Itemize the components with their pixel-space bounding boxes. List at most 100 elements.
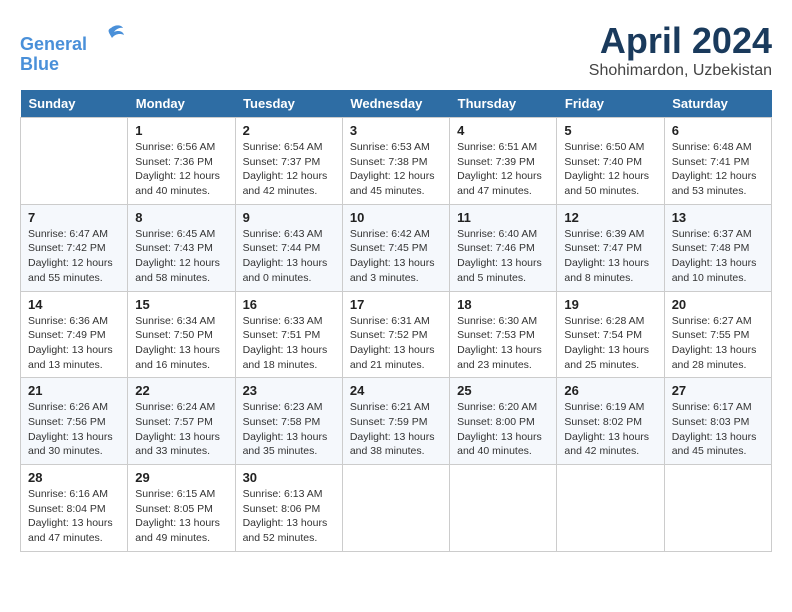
day-info: Sunrise: 6:45 AM Sunset: 7:43 PM Dayligh… bbox=[135, 227, 227, 286]
logo: General Blue bbox=[20, 20, 126, 75]
day-info: Sunrise: 6:19 AM Sunset: 8:02 PM Dayligh… bbox=[564, 400, 656, 459]
day-info: Sunrise: 6:48 AM Sunset: 7:41 PM Dayligh… bbox=[672, 140, 764, 199]
weekday-header-thursday: Thursday bbox=[450, 90, 557, 118]
calendar-cell: 10 Sunrise: 6:42 AM Sunset: 7:45 PM Dayli… bbox=[342, 204, 449, 291]
calendar-cell bbox=[557, 465, 664, 552]
day-number: 9 bbox=[243, 210, 335, 225]
weekday-header-friday: Friday bbox=[557, 90, 664, 118]
day-number: 15 bbox=[135, 297, 227, 312]
day-number: 13 bbox=[672, 210, 764, 225]
calendar-cell: 27 Sunrise: 6:17 AM Sunset: 8:03 PM Dayli… bbox=[664, 378, 771, 465]
calendar-week-4: 21 Sunrise: 6:26 AM Sunset: 7:56 PM Dayli… bbox=[21, 378, 772, 465]
calendar-cell: 12 Sunrise: 6:39 AM Sunset: 7:47 PM Dayli… bbox=[557, 204, 664, 291]
day-info: Sunrise: 6:27 AM Sunset: 7:55 PM Dayligh… bbox=[672, 314, 764, 373]
day-info: Sunrise: 6:16 AM Sunset: 8:04 PM Dayligh… bbox=[28, 487, 120, 546]
day-number: 11 bbox=[457, 210, 549, 225]
calendar-cell: 23Sunrise: 6:23 AM Sunset: 7:58 PM Dayli… bbox=[235, 378, 342, 465]
weekday-header-row: SundayMondayTuesdayWednesdayThursdayFrid… bbox=[21, 90, 772, 118]
calendar-week-1: 1 Sunrise: 6:56 AM Sunset: 7:36 PM Daylig… bbox=[21, 118, 772, 205]
weekday-header-monday: Monday bbox=[128, 90, 235, 118]
logo-blue: Blue bbox=[20, 54, 59, 74]
calendar-cell: 28 Sunrise: 6:16 AM Sunset: 8:04 PM Dayli… bbox=[21, 465, 128, 552]
calendar-cell: 7 Sunrise: 6:47 AM Sunset: 7:42 PM Daylig… bbox=[21, 204, 128, 291]
day-info: Sunrise: 6:40 AM Sunset: 7:46 PM Dayligh… bbox=[457, 227, 549, 286]
calendar-cell: 13 Sunrise: 6:37 AM Sunset: 7:48 PM Dayli… bbox=[664, 204, 771, 291]
day-info: Sunrise: 6:47 AM Sunset: 7:42 PM Dayligh… bbox=[28, 227, 120, 286]
day-info: Sunrise: 6:43 AM Sunset: 7:44 PM Dayligh… bbox=[243, 227, 335, 286]
calendar-cell: 21 Sunrise: 6:26 AM Sunset: 7:56 PM Dayli… bbox=[21, 378, 128, 465]
day-info: Sunrise: 6:56 AM Sunset: 7:36 PM Dayligh… bbox=[135, 140, 227, 199]
calendar-cell: 5 Sunrise: 6:50 AM Sunset: 7:40 PM Daylig… bbox=[557, 118, 664, 205]
calendar-cell: 6 Sunrise: 6:48 AM Sunset: 7:41 PM Daylig… bbox=[664, 118, 771, 205]
day-info: Sunrise: 6:39 AM Sunset: 7:47 PM Dayligh… bbox=[564, 227, 656, 286]
calendar-cell: 9 Sunrise: 6:43 AM Sunset: 7:44 PM Daylig… bbox=[235, 204, 342, 291]
calendar-cell: 25 Sunrise: 6:20 AM Sunset: 8:00 PM Dayli… bbox=[450, 378, 557, 465]
day-info: Sunrise: 6:42 AM Sunset: 7:45 PM Dayligh… bbox=[350, 227, 442, 286]
day-number: 6 bbox=[672, 123, 764, 138]
calendar-cell: 11 Sunrise: 6:40 AM Sunset: 7:46 PM Dayli… bbox=[450, 204, 557, 291]
calendar-week-3: 14Sunrise: 6:36 AM Sunset: 7:49 PM Dayli… bbox=[21, 291, 772, 378]
month-title: April 2024 bbox=[589, 20, 772, 62]
calendar-cell: 16Sunrise: 6:33 AM Sunset: 7:51 PM Dayli… bbox=[235, 291, 342, 378]
day-number: 5 bbox=[564, 123, 656, 138]
day-info: Sunrise: 6:15 AM Sunset: 8:05 PM Dayligh… bbox=[135, 487, 227, 546]
weekday-header-wednesday: Wednesday bbox=[342, 90, 449, 118]
weekday-header-tuesday: Tuesday bbox=[235, 90, 342, 118]
calendar-cell: 1 Sunrise: 6:56 AM Sunset: 7:36 PM Daylig… bbox=[128, 118, 235, 205]
day-number: 28 bbox=[28, 470, 120, 485]
calendar-cell bbox=[342, 465, 449, 552]
day-number: 12 bbox=[564, 210, 656, 225]
day-info: Sunrise: 6:37 AM Sunset: 7:48 PM Dayligh… bbox=[672, 227, 764, 286]
day-number: 22 bbox=[135, 383, 227, 398]
calendar-cell: 15Sunrise: 6:34 AM Sunset: 7:50 PM Dayli… bbox=[128, 291, 235, 378]
day-info: Sunrise: 6:53 AM Sunset: 7:38 PM Dayligh… bbox=[350, 140, 442, 199]
day-info: Sunrise: 6:26 AM Sunset: 7:56 PM Dayligh… bbox=[28, 400, 120, 459]
day-number: 25 bbox=[457, 383, 549, 398]
day-info: Sunrise: 6:50 AM Sunset: 7:40 PM Dayligh… bbox=[564, 140, 656, 199]
day-number: 14 bbox=[28, 297, 120, 312]
calendar-cell: 2Sunrise: 6:54 AM Sunset: 7:37 PM Daylig… bbox=[235, 118, 342, 205]
calendar-cell: 14Sunrise: 6:36 AM Sunset: 7:49 PM Dayli… bbox=[21, 291, 128, 378]
calendar-cell: 8Sunrise: 6:45 AM Sunset: 7:43 PM Daylig… bbox=[128, 204, 235, 291]
day-number: 23 bbox=[243, 383, 335, 398]
calendar-cell: 20 Sunrise: 6:27 AM Sunset: 7:55 PM Dayli… bbox=[664, 291, 771, 378]
page-header: General Blue April 2024 Shohimardon, Uzb… bbox=[20, 20, 772, 80]
day-number: 20 bbox=[672, 297, 764, 312]
day-number: 3 bbox=[350, 123, 442, 138]
day-number: 19 bbox=[564, 297, 656, 312]
day-number: 1 bbox=[135, 123, 227, 138]
calendar-cell bbox=[21, 118, 128, 205]
calendar-cell: 3 Sunrise: 6:53 AM Sunset: 7:38 PM Daylig… bbox=[342, 118, 449, 205]
calendar-cell: 4 Sunrise: 6:51 AM Sunset: 7:39 PM Daylig… bbox=[450, 118, 557, 205]
calendar-table: SundayMondayTuesdayWednesdayThursdayFrid… bbox=[20, 90, 772, 552]
calendar-cell: 19Sunrise: 6:28 AM Sunset: 7:54 PM Dayli… bbox=[557, 291, 664, 378]
day-info: Sunrise: 6:17 AM Sunset: 8:03 PM Dayligh… bbox=[672, 400, 764, 459]
day-info: Sunrise: 6:21 AM Sunset: 7:59 PM Dayligh… bbox=[350, 400, 442, 459]
day-number: 24 bbox=[350, 383, 442, 398]
day-number: 30 bbox=[243, 470, 335, 485]
calendar-cell: 22Sunrise: 6:24 AM Sunset: 7:57 PM Dayli… bbox=[128, 378, 235, 465]
calendar-cell: 29Sunrise: 6:15 AM Sunset: 8:05 PM Dayli… bbox=[128, 465, 235, 552]
location-subtitle: Shohimardon, Uzbekistan bbox=[589, 62, 772, 80]
calendar-cell: 18 Sunrise: 6:30 AM Sunset: 7:53 PM Dayli… bbox=[450, 291, 557, 378]
day-number: 10 bbox=[350, 210, 442, 225]
day-info: Sunrise: 6:20 AM Sunset: 8:00 PM Dayligh… bbox=[457, 400, 549, 459]
day-info: Sunrise: 6:54 AM Sunset: 7:37 PM Dayligh… bbox=[243, 140, 335, 199]
day-info: Sunrise: 6:51 AM Sunset: 7:39 PM Dayligh… bbox=[457, 140, 549, 199]
day-number: 21 bbox=[28, 383, 120, 398]
weekday-header-saturday: Saturday bbox=[664, 90, 771, 118]
day-info: Sunrise: 6:13 AM Sunset: 8:06 PM Dayligh… bbox=[243, 487, 335, 546]
day-number: 7 bbox=[28, 210, 120, 225]
logo-general: General bbox=[20, 34, 87, 54]
calendar-cell: 30 Sunrise: 6:13 AM Sunset: 8:06 PM Dayli… bbox=[235, 465, 342, 552]
day-info: Sunrise: 6:30 AM Sunset: 7:53 PM Dayligh… bbox=[457, 314, 549, 373]
day-number: 18 bbox=[457, 297, 549, 312]
calendar-cell: 24 Sunrise: 6:21 AM Sunset: 7:59 PM Dayli… bbox=[342, 378, 449, 465]
calendar-cell bbox=[450, 465, 557, 552]
day-number: 4 bbox=[457, 123, 549, 138]
day-number: 26 bbox=[564, 383, 656, 398]
calendar-cell: 17Sunrise: 6:31 AM Sunset: 7:52 PM Dayli… bbox=[342, 291, 449, 378]
day-number: 16 bbox=[243, 297, 335, 312]
day-number: 27 bbox=[672, 383, 764, 398]
calendar-week-5: 28 Sunrise: 6:16 AM Sunset: 8:04 PM Dayli… bbox=[21, 465, 772, 552]
